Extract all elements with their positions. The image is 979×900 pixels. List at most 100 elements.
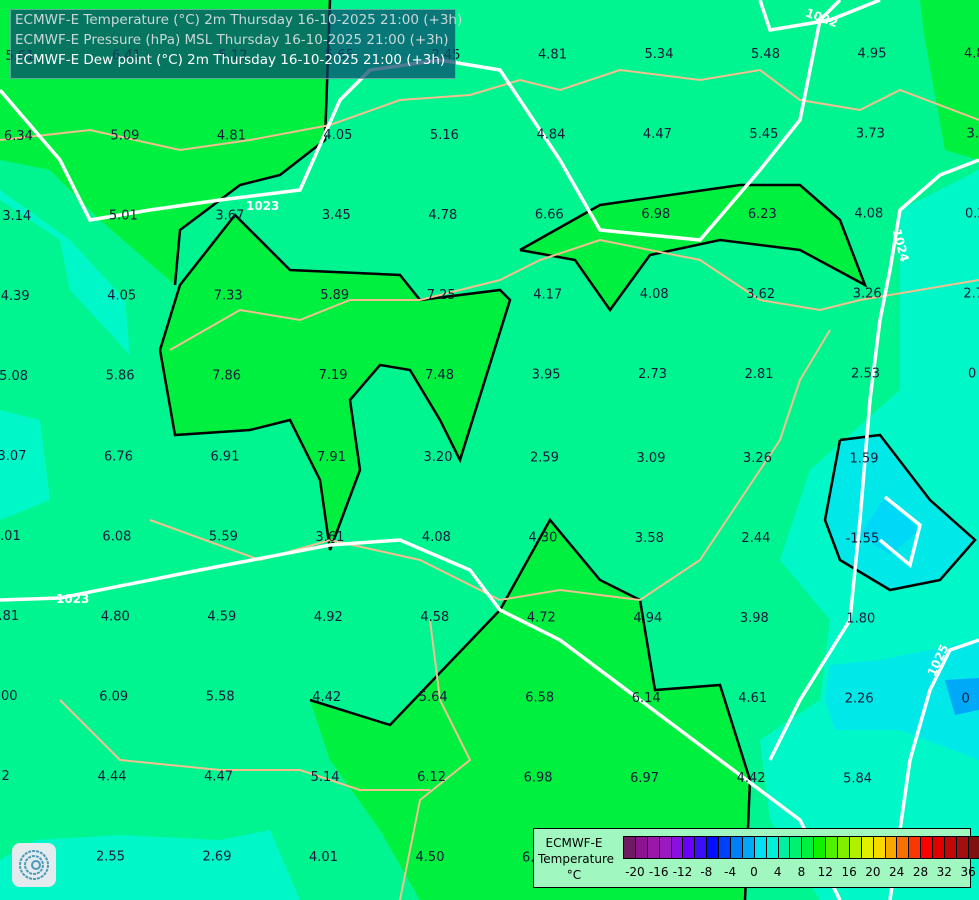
station-value: 4.78 xyxy=(428,208,457,223)
station-value: 0.2 xyxy=(965,206,979,221)
station-value: 6.98 xyxy=(524,771,553,786)
station-value: 3.4 xyxy=(967,126,979,141)
legend-swatch xyxy=(956,837,969,858)
legend-colorbar xyxy=(623,836,979,859)
station-value: 6.91 xyxy=(211,450,240,465)
station-value: 2.26 xyxy=(845,691,874,706)
station-value: 6.12 xyxy=(417,770,446,785)
station-value: 7.33 xyxy=(214,288,243,303)
temperature-zones xyxy=(0,0,979,900)
station-value: 2.81 xyxy=(745,367,774,382)
station-value: 5.01 xyxy=(109,209,138,224)
station-value: 3.67 xyxy=(215,208,244,223)
station-value: 5.89 xyxy=(320,288,349,303)
legend-swatch xyxy=(885,837,898,858)
station-value: 4.94 xyxy=(633,611,662,626)
legend-tick: 24 xyxy=(889,865,905,879)
legend-swatch xyxy=(861,837,874,858)
station-value: 5.86 xyxy=(106,369,135,384)
station-value: 4.80 xyxy=(101,609,130,624)
station-value: 6.58 xyxy=(525,691,554,706)
station-value: 0 xyxy=(968,366,976,381)
station-value: 4.81 xyxy=(217,128,246,143)
legend-tick: 36 xyxy=(960,865,976,879)
station-value: 2.59 xyxy=(530,451,559,466)
legend-swatch xyxy=(873,837,886,858)
legend-tick: 8 xyxy=(797,865,806,879)
station-value: 6.34 xyxy=(4,129,33,144)
legend-swatch xyxy=(766,837,779,858)
station-value: 7.19 xyxy=(319,368,348,383)
legend-tick: 28 xyxy=(912,865,929,879)
legend-swatch xyxy=(814,837,827,858)
station-value: .00 xyxy=(0,689,18,704)
station-value: 4.72 xyxy=(527,611,556,626)
legend-tick: -16 xyxy=(648,865,669,879)
weather-map[interactable]: 1023 1023 1024 1022 1025 5.616.415.125.6… xyxy=(0,0,979,900)
legend-unit: °C xyxy=(566,868,582,882)
legend-tick: 4 xyxy=(773,865,782,879)
isobar-label: 1023 xyxy=(56,592,89,606)
legend-swatch xyxy=(671,837,684,858)
legend-tick: 0 xyxy=(750,865,758,879)
legend-swatch xyxy=(624,837,636,858)
station-value: 4.58 xyxy=(420,610,449,625)
legend-tick: 16 xyxy=(841,865,857,879)
legend-swatch xyxy=(635,837,648,858)
station-value: 4.61 xyxy=(738,691,767,706)
legend-swatch xyxy=(933,837,946,858)
station-value: 4.08 xyxy=(422,530,451,545)
legend-model: ECMWF-E xyxy=(545,836,603,850)
station-value: 5.58 xyxy=(206,690,235,705)
station-value: 7.25 xyxy=(427,288,456,303)
station-value: 4.95 xyxy=(858,47,887,62)
station-value: 3.45 xyxy=(322,208,351,223)
station-value: 4.47 xyxy=(643,127,672,142)
legend-swatch xyxy=(754,837,767,858)
swirl-icon xyxy=(19,850,49,880)
station-value: 4.84 xyxy=(536,128,565,143)
station-value: 4.42 xyxy=(312,690,341,705)
station-value: .81 xyxy=(0,609,19,624)
station-value: 3.14 xyxy=(2,209,31,224)
legend-tick: 20 xyxy=(865,865,881,879)
station-value: 3.73 xyxy=(856,127,885,142)
legend-swatch xyxy=(683,837,696,858)
station-value: 6.14 xyxy=(632,691,661,706)
station-value: 3.07 xyxy=(0,449,26,464)
station-value: 5.09 xyxy=(110,129,139,144)
legend-tick: 12 xyxy=(817,865,833,879)
station-value: 5.64 xyxy=(419,690,448,705)
legend-swatch xyxy=(647,837,660,858)
legend-swatch xyxy=(719,837,732,858)
station-value: 6.08 xyxy=(102,529,131,544)
legend-tick: 32 xyxy=(936,865,952,879)
legend-swatch xyxy=(790,837,803,858)
legend-swatch xyxy=(802,837,815,858)
legend-swatch xyxy=(826,837,839,858)
station-value: 3.58 xyxy=(635,531,664,546)
station-value: 3.09 xyxy=(637,451,666,466)
station-value: 5.48 xyxy=(751,47,780,62)
station-value: 3.62 xyxy=(746,287,775,302)
station-value: 5.14 xyxy=(311,770,340,785)
station-value: 6.09 xyxy=(99,689,128,704)
station-value: 7.91 xyxy=(317,450,346,465)
station-value: 7.48 xyxy=(425,368,454,383)
isobar-label: 1023 xyxy=(246,199,279,213)
legend-swatch xyxy=(838,837,850,858)
station-value: 4.59 xyxy=(207,610,236,625)
station-value: -1.55 xyxy=(846,531,880,546)
station-value: 2.69 xyxy=(203,850,232,865)
station-value: 4.05 xyxy=(107,289,136,304)
station-value: 5.45 xyxy=(749,127,778,142)
station-value: 6.97 xyxy=(630,771,659,786)
station-value: 5.59 xyxy=(209,530,238,545)
station-value: 4.01 xyxy=(309,850,338,865)
station-value: 4.05 xyxy=(323,128,352,143)
pressure-title: ECMWF-E Pressure (hPa) MSL Thursday 16-1… xyxy=(15,32,449,48)
station-value: 5.34 xyxy=(645,47,674,62)
legend-tick: -12 xyxy=(672,865,693,879)
legend-swatch xyxy=(695,837,708,858)
legend-swatch xyxy=(659,837,672,858)
